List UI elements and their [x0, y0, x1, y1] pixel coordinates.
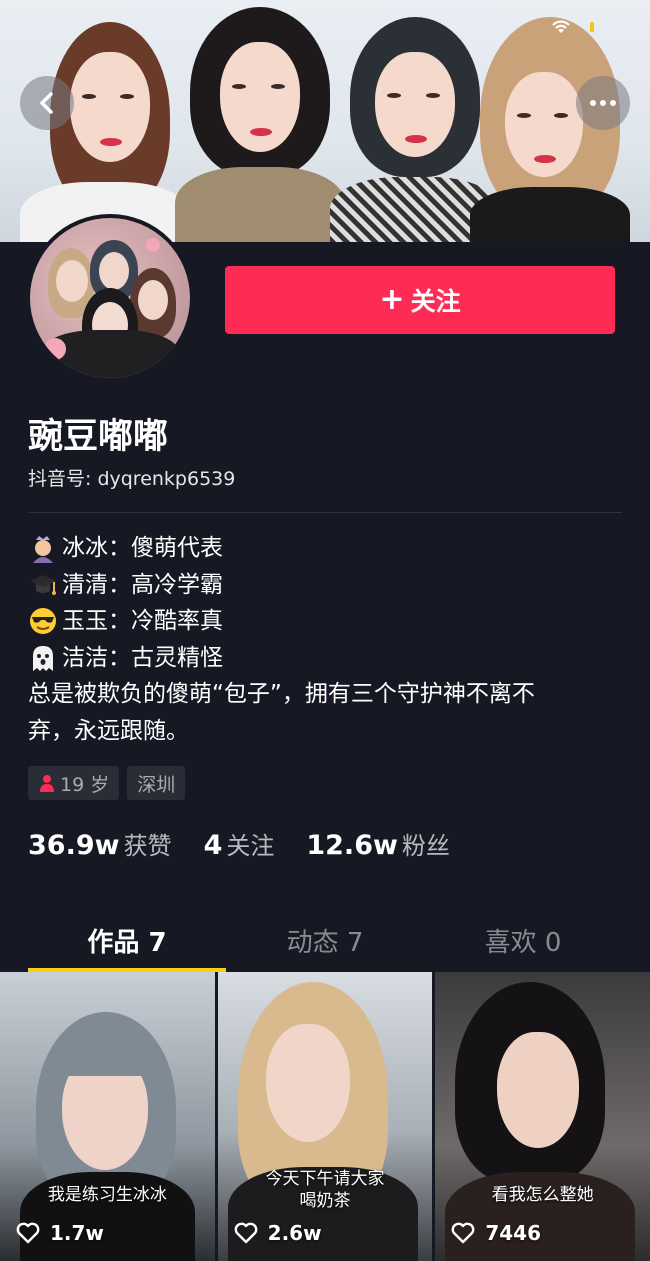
tab-activity[interactable]: 动态 7	[226, 912, 424, 972]
bio-line: 玉玉：冷酷率真	[28, 603, 628, 640]
likes-count: 1.7w	[50, 1221, 104, 1245]
chevron-left-icon	[40, 92, 53, 114]
bio-line: 清清：高冷学霸	[28, 567, 628, 604]
video-caption: 看我怎么整她	[491, 1185, 594, 1205]
video-thumbnail[interactable]: 今天下午请大家 喝奶茶 2.6w	[217, 972, 433, 1261]
more-button[interactable]	[576, 76, 630, 130]
bio-text: 冰冰：傻萌代表	[62, 535, 223, 561]
bio-text: 洁洁：古灵精怪	[62, 644, 223, 671]
followers-label[interactable]: 粉丝	[402, 826, 450, 861]
following-count[interactable]: 4	[204, 830, 223, 861]
follow-button[interactable]: + 关注	[225, 266, 615, 334]
back-button[interactable]	[20, 76, 74, 130]
content-tabs: 作品 7 动态 7 喜欢 0	[28, 912, 622, 972]
flower-icon	[146, 238, 160, 252]
graduation-cap-icon	[30, 574, 56, 595]
bio-paragraph: 弃，永远跟随。	[28, 717, 189, 744]
city-tag: 深圳	[127, 766, 186, 800]
heart-icon	[234, 1222, 258, 1244]
follow-label: 关注	[410, 287, 461, 316]
bio-text: 清清：高冷学霸	[62, 571, 223, 598]
heart-icon	[16, 1222, 40, 1244]
wifi-icon	[552, 20, 570, 33]
tab-likes[interactable]: 喜欢 0	[424, 912, 622, 972]
video-caption-line: 喝奶茶	[299, 1191, 351, 1211]
tab-works[interactable]: 作品 7	[28, 912, 226, 972]
bio: 冰冰：傻萌代表 清清：高冷学霸 玉玉：冷酷率真 洁洁：古灵精怪 总是被欺负的傻萌…	[28, 530, 628, 749]
sunglasses-emoji-icon	[30, 608, 56, 635]
video-likes: 1.7w	[16, 1221, 104, 1245]
city-label: 深圳	[137, 773, 176, 796]
video-likes: 7446	[451, 1221, 541, 1245]
video-caption: 今天下午请大家 喝奶茶	[218, 1168, 433, 1212]
followers-count[interactable]: 12.6w	[306, 830, 398, 861]
likes-count: 2.6w	[267, 1221, 322, 1245]
bio-line: 洁洁：古灵精怪	[28, 640, 628, 677]
bio-paragraph: 总是被欺负的傻萌“包子”，拥有三个守护神不离不	[28, 681, 535, 707]
video-thumbnail[interactable]: 我是练习生冰冰 1.7w	[0, 972, 215, 1261]
profile-banner	[0, 0, 650, 242]
video-caption: 我是练习生冰冰	[47, 1185, 167, 1205]
video-grid: 我是练习生冰冰 1.7w 今天下午请大家 喝奶茶 2.6w 看我怎么整她 744…	[0, 972, 650, 1261]
avatar[interactable]	[26, 214, 194, 382]
video-thumbnail[interactable]: 看我怎么整她 7446	[435, 972, 650, 1261]
more-dots-icon	[590, 100, 616, 106]
plus-icon: +	[379, 282, 405, 317]
heart-icon	[451, 1222, 475, 1244]
flower-icon	[44, 338, 66, 360]
profile-stats: 36.9w 获赞 4 关注 12.6w 粉丝	[28, 826, 482, 861]
bio-line: 冰冰：傻萌代表	[28, 530, 628, 567]
following-label[interactable]: 关注	[226, 826, 274, 861]
video-caption-line: 今天下午请大家	[265, 1169, 385, 1189]
princess-emoji-icon	[33, 536, 53, 564]
ghost-emoji-icon	[33, 645, 53, 671]
likes-label: 获赞	[123, 832, 172, 860]
female-icon	[40, 775, 54, 792]
profile-tags: 19 岁 深圳	[28, 766, 186, 800]
avatar-image	[30, 218, 190, 378]
douyin-id: 抖音号: dyqrenkp6539	[28, 468, 236, 490]
divider	[28, 512, 622, 513]
age-label: 19 岁	[60, 773, 110, 796]
bio-text: 玉玉：冷酷率真	[62, 608, 223, 634]
likes-count: 36.9w	[28, 830, 120, 861]
profile-name: 豌豆嘟嘟	[28, 417, 169, 457]
likes-count: 7446	[485, 1221, 542, 1245]
video-likes: 2.6w	[234, 1221, 322, 1245]
age-tag: 19 岁	[28, 766, 120, 800]
banner-person-2	[175, 2, 345, 242]
battery-icon	[590, 22, 594, 32]
